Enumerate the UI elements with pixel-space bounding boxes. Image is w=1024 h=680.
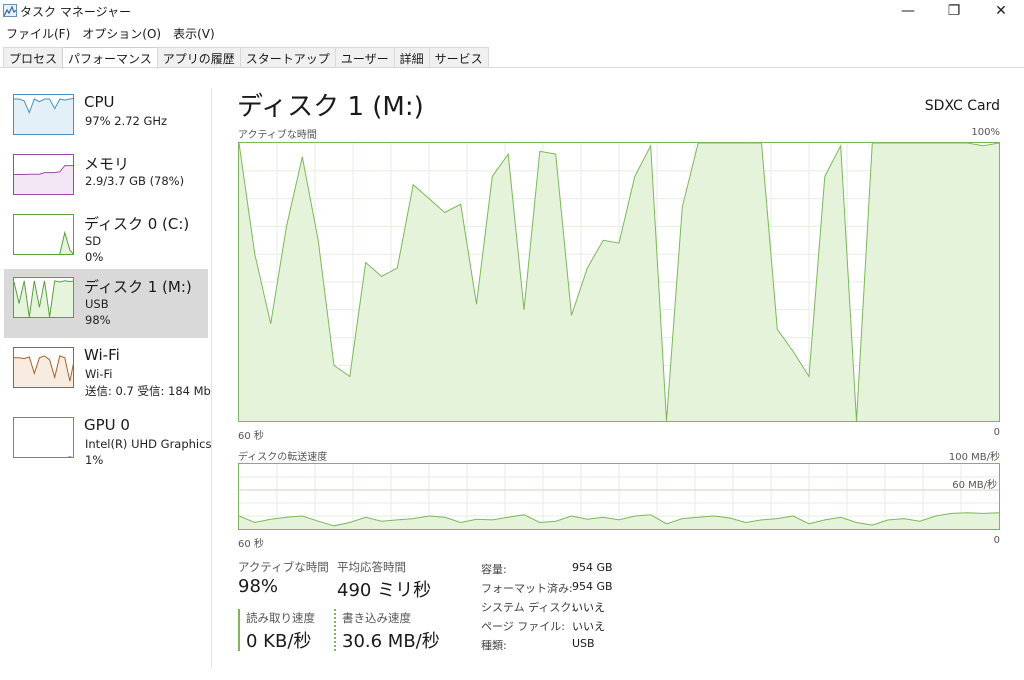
transfer-rate-max-label: 100 MB/秒 — [948, 452, 1000, 463]
task-manager-icon — [3, 4, 17, 17]
sidebar-item-wifi[interactable]: Wi-Fi Wi-Fi 送信: 0.7 受信: 184 Mbps — [4, 339, 212, 408]
sidebar-item-title: GPU 0 — [84, 416, 130, 434]
sidebar-item-title: メモリ — [84, 155, 130, 173]
sidebar-item-memory[interactable]: メモリ 2.9/3.7 GB (78%) — [4, 146, 208, 215]
thumbnail-line — [67, 456, 73, 457]
active-time-right-axis-label: 0 — [993, 427, 1000, 438]
active-time-graph — [238, 142, 1000, 422]
response-time-stat-value: 490 ミリ秒 — [337, 580, 432, 601]
active-time-stat-label: アクティブな時間 — [238, 560, 329, 574]
active-time-graph-label: アクティブな時間 — [238, 130, 317, 141]
active-time-max-label: 100% — [971, 127, 1000, 138]
tab-startup[interactable]: スタートアップ — [239, 47, 336, 68]
sidebar-item-detail: USB — [85, 297, 109, 311]
sidebar-item-detail: 97% 2.72 GHz — [85, 114, 168, 128]
formatted-key: フォーマット済み: — [481, 582, 573, 595]
read-speed-indicator — [238, 609, 240, 651]
transfer-rate-graph-label: ディスクの転送速度 — [238, 452, 328, 463]
resource-sidebar: CPU 97% 2.72 GHz メモリ 2.9/3.7 GB (78%) ディ… — [0, 80, 212, 670]
sidebar-item-usage: 98% — [85, 313, 111, 327]
memory-thumbnail-graph — [13, 154, 74, 195]
transfer-rate-graph — [238, 463, 1000, 530]
minimize-button[interactable]: — — [885, 0, 931, 22]
response-time-stat-label: 平均応答時間 — [337, 560, 406, 574]
page-file-key: ページ ファイル: — [481, 620, 565, 633]
thumbnail-area — [68, 456, 71, 457]
write-speed-stat-label: 書き込み速度 — [342, 611, 411, 625]
thumbnail-area — [14, 165, 73, 194]
gpu-thumbnail-graph — [13, 417, 74, 458]
menu-view[interactable]: 表示(V) — [167, 24, 221, 42]
sidebar-item-detail: Intel(R) UHD Graphics 620 — [85, 437, 212, 451]
transfer-rate-right-axis-label: 0 — [993, 535, 1000, 546]
disk-1-thumbnail-graph — [13, 277, 74, 318]
device-name: SDXC Card — [924, 98, 1000, 114]
sidebar-item-usage: 1% — [85, 453, 104, 467]
close-button[interactable]: ✕ — [978, 0, 1024, 22]
system-disk-value: いいえ — [572, 601, 605, 614]
tab-app-history[interactable]: アプリの履歴 — [156, 47, 241, 68]
read-speed-stat-label: 読み取り速度 — [246, 611, 315, 625]
menu-file[interactable]: ファイル(F) — [0, 24, 76, 42]
sidebar-item-detail: SD — [85, 234, 102, 248]
formatted-value: 954 GB — [572, 580, 613, 593]
write-speed-stat-value: 30.6 MB/秒 — [342, 631, 440, 652]
sidebar-item-disk-0[interactable]: ディスク 0 (C:) SD 0% — [4, 206, 208, 275]
active-time-stat-value: 98% — [238, 576, 279, 597]
read-speed-stat-value: 0 KB/秒 — [246, 631, 312, 652]
sidebar-item-detail: Wi-Fi — [85, 367, 113, 381]
menu-bar: ファイル(F) オプション(O) 表示(V) — [0, 24, 221, 42]
capacity-value: 954 GB — [572, 561, 613, 574]
sidebar-item-detail: 2.9/3.7 GB (78%) — [85, 174, 185, 188]
thumbnail-area — [14, 98, 73, 134]
sidebar-item-title: CPU — [84, 93, 115, 111]
title-bar: タスク マネージャー — ❐ ✕ — [0, 0, 1024, 22]
sidebar-item-title: Wi-Fi — [84, 346, 120, 364]
system-disk-key: システム ディスク: — [481, 601, 576, 614]
tab-details[interactable]: 詳細 — [393, 47, 430, 68]
tabs-divider — [0, 67, 1024, 68]
sidebar-divider — [211, 88, 212, 668]
sidebar-item-usage: 送信: 0.7 受信: 184 Mbps — [85, 384, 212, 398]
tab-processes[interactable]: プロセス — [3, 47, 64, 68]
transfer-rate-left-axis-label: 60 秒 — [238, 539, 264, 550]
sidebar-item-usage: 0% — [85, 250, 104, 264]
menu-options[interactable]: オプション(O) — [76, 24, 167, 42]
page-file-value: いいえ — [572, 620, 605, 633]
tab-performance[interactable]: パフォーマンス — [62, 47, 158, 69]
transfer-rate-ref-label: 60 MB/秒 — [952, 480, 997, 491]
thumbnail-area — [59, 232, 73, 254]
cpu-thumbnail-graph — [13, 94, 74, 135]
sidebar-item-gpu-0[interactable]: GPU 0 Intel(R) UHD Graphics 620 1% — [4, 409, 212, 478]
type-value: USB — [572, 637, 595, 650]
page-title: ディスク 1 (M:) — [237, 92, 424, 122]
sidebar-item-cpu[interactable]: CPU 97% 2.72 GHz — [4, 86, 208, 155]
sidebar-item-title: ディスク 1 (M:) — [84, 278, 192, 296]
maximize-button[interactable]: ❐ — [931, 0, 977, 22]
window-title: タスク マネージャー — [20, 5, 131, 19]
disk-0-thumbnail-graph — [13, 214, 74, 255]
capacity-key: 容量: — [481, 563, 507, 576]
type-key: 種類: — [481, 639, 507, 652]
tab-strip: プロセス パフォーマンス アプリの履歴 スタートアップ ユーザー 詳細 サービス — [3, 47, 489, 69]
sidebar-item-disk-1[interactable]: ディスク 1 (M:) USB 98% — [4, 269, 208, 338]
active-time-left-axis-label: 60 秒 — [238, 431, 264, 442]
tab-users[interactable]: ユーザー — [334, 47, 395, 68]
tab-services[interactable]: サービス — [428, 47, 489, 68]
wifi-thumbnail-graph — [13, 347, 74, 388]
write-speed-indicator — [334, 609, 336, 651]
sidebar-item-title: ディスク 0 (C:) — [84, 215, 190, 233]
